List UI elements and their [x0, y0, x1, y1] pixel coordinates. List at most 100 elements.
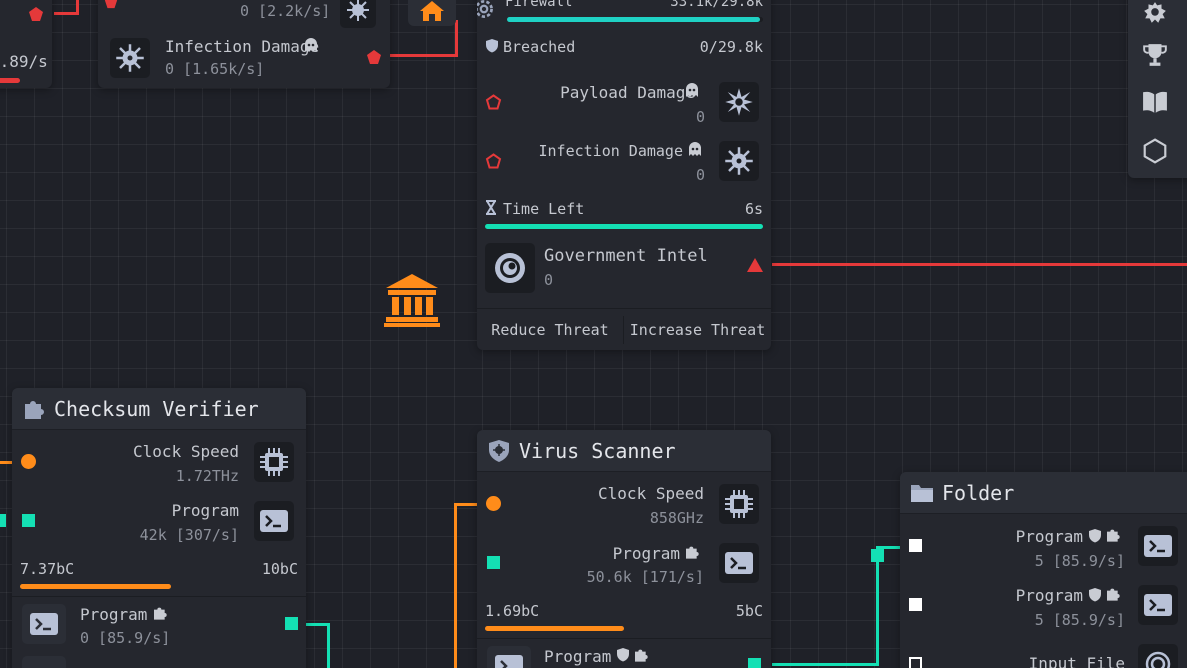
puzzle-icon: [633, 647, 649, 667]
bar-right-value: 10bC: [261, 560, 298, 578]
shield-icon: [485, 38, 499, 57]
program-input-port[interactable]: [22, 514, 35, 527]
cpu-icon: [254, 442, 294, 482]
terminal-icon: [487, 646, 531, 668]
red-pentagon-outline-port[interactable]: [485, 94, 502, 114]
clock-speed-label: Clock Speed: [133, 442, 239, 461]
partial-row-icon: [22, 656, 66, 668]
wire-red-top-mid-v: [455, 20, 458, 57]
wire-red-intel-out: [772, 263, 1187, 266]
puzzle-icon: [684, 544, 700, 564]
red-pentagon-outline-port[interactable]: [485, 153, 502, 173]
terminal-icon: [254, 501, 294, 541]
increase-threat-button[interactable]: Increase Threat: [624, 310, 771, 350]
wire-red-top-left-v: [76, 0, 79, 15]
virus-icon: [719, 141, 759, 181]
infection-damage-value: 0 [1.65k/s]: [165, 60, 265, 78]
program-value: 5 [85.9/s]: [1034, 552, 1125, 570]
virus-scanner-header[interactable]: Virus Scanner: [477, 430, 771, 472]
hexagon-icon[interactable]: [1142, 138, 1168, 168]
wire-red-top-mid: [390, 54, 458, 57]
bar-left-value: 7.37bC: [20, 560, 75, 578]
clock-speed-value: 1.72THz: [175, 467, 239, 485]
trophy-icon[interactable]: [1142, 42, 1168, 72]
time-left-label: Time Left: [503, 200, 585, 218]
top-row-value: 0 [2.2k/s]: [240, 2, 331, 20]
government-intel-value: 0: [544, 271, 554, 289]
program-label: Program: [1015, 586, 1083, 605]
terminal-icon: [719, 543, 759, 583]
infection-damage-label: Infection Damage: [538, 142, 684, 160]
folder-link-port[interactable]: [871, 549, 884, 562]
breached-value: 0/29.8k: [699, 38, 763, 56]
top-left-value: 0.89/s: [0, 52, 48, 71]
terminal-icon: [22, 604, 66, 644]
wire-red-top-left: [54, 12, 78, 15]
red-pentagon-port[interactable]: [28, 6, 44, 22]
wire-orange-virus-v: [454, 503, 457, 668]
ghost-icon: [688, 142, 702, 161]
time-left-value: 6s: [744, 200, 763, 218]
breached-label: Breached: [503, 38, 576, 56]
top-left-bar: [0, 78, 20, 83]
output-divider: [12, 596, 306, 597]
checksum-verifier-header[interactable]: Checksum Verifier: [12, 388, 306, 430]
clock-input-port[interactable]: [21, 454, 36, 469]
shield-icon: [616, 647, 630, 666]
gear-icon: [477, 0, 497, 22]
red-pentagon-port[interactable]: [104, 0, 118, 9]
virus-scanner-title: Virus Scanner: [519, 438, 676, 463]
wire-teal-virus-h: [772, 663, 878, 666]
checksum-verifier-node[interactable]: Checksum Verifier Clock Speed 1.72THz Pr…: [12, 388, 306, 668]
output-program-value: 0 [85.9/s]: [80, 629, 171, 647]
virus-scanner-node[interactable]: Virus Scanner Clock Speed 858GHz Program…: [477, 430, 771, 668]
wire-teal-checksum-v: [327, 623, 330, 668]
folder-title: Folder: [942, 480, 1015, 505]
hourglass-icon: [485, 200, 497, 219]
puzzle-icon: [152, 605, 168, 625]
infection-damage-label: Infection Damage: [165, 37, 320, 56]
payload-damage-value: 0: [695, 108, 705, 126]
progress-bar: [20, 584, 298, 589]
gear-icon[interactable]: [1142, 0, 1168, 30]
ghost-icon: [685, 83, 699, 102]
home-icon[interactable]: [408, 0, 456, 26]
top-damage-node: 0 [2.2k/s] Infection Damage 0 [1.65k/s]: [98, 0, 390, 88]
clock-input-port[interactable]: [486, 496, 501, 511]
breach-node: Firewall 33.1k/29.8k Breached 0/29.8k Pa…: [477, 0, 771, 350]
program-label: Program: [612, 544, 680, 563]
output-port[interactable]: [285, 617, 298, 630]
firewall-value: 33.1k/29.8k: [670, 0, 763, 10]
bar-right-value: 5bC: [735, 602, 763, 620]
government-building-icon[interactable]: [384, 272, 440, 332]
right-toolbar: [1128, 0, 1187, 178]
output-program-label: Program: [544, 647, 612, 666]
program-input-port-edge[interactable]: [0, 514, 6, 527]
red-pentagon-port[interactable]: [366, 49, 382, 65]
input-file-label: Input File: [1028, 654, 1125, 668]
payload-damage-label: Payload Damage: [560, 83, 695, 102]
bar-left-value: 1.69bC: [485, 602, 540, 620]
folder-node[interactable]: Folder Program 5 [85.9/s] Program 5 [85.…: [900, 472, 1187, 668]
book-icon[interactable]: [1142, 90, 1168, 118]
input-file-port[interactable]: [909, 657, 922, 668]
terminal-icon: [1138, 585, 1178, 625]
reduce-threat-button[interactable]: Reduce Threat: [477, 310, 623, 350]
intel-eye-icon: [485, 243, 535, 293]
time-left-bar: [485, 224, 763, 229]
program-input-port[interactable]: [909, 598, 922, 611]
program-value: 5 [85.9/s]: [1034, 611, 1125, 629]
payload-burst-icon: [719, 82, 759, 122]
shield-icon: [1088, 528, 1102, 547]
red-triangle-port[interactable]: [747, 257, 763, 276]
program-input-port[interactable]: [487, 556, 500, 569]
program-input-port[interactable]: [909, 539, 922, 552]
output-port[interactable]: [748, 658, 761, 668]
terminal-icon: [1138, 526, 1178, 566]
folder-header[interactable]: Folder: [900, 472, 1187, 514]
firewall-label: Firewall: [505, 0, 573, 10]
virus-icon: [340, 0, 376, 28]
cpu-icon: [719, 484, 759, 524]
output-program-label: Program: [80, 605, 148, 624]
puzzle-icon: [22, 397, 46, 421]
